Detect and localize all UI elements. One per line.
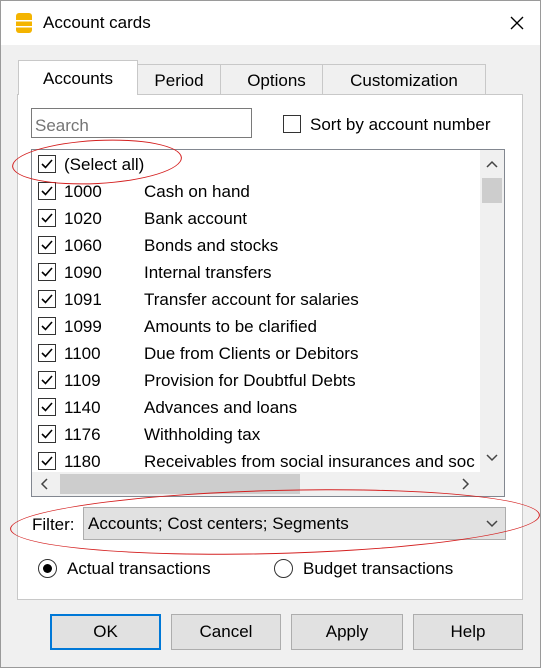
list-item[interactable]: 1020 Bank account (32, 206, 482, 233)
scroll-down-icon[interactable] (486, 454, 498, 462)
scrollbar-corner (480, 472, 504, 496)
account-checkbox[interactable] (38, 263, 56, 281)
account-checkbox[interactable] (38, 452, 56, 470)
apply-button[interactable]: Apply (291, 614, 403, 650)
budget-transactions-label: Budget transactions (303, 559, 454, 578)
actual-transactions-radio[interactable] (38, 559, 57, 578)
scroll-left-icon[interactable] (40, 478, 48, 490)
budget-transactions-radio[interactable] (274, 559, 293, 578)
scroll-up-icon[interactable] (486, 160, 498, 168)
checkmark-icon (41, 456, 53, 466)
account-checkbox[interactable] (38, 290, 56, 308)
checkmark-icon (41, 240, 53, 250)
vertical-scroll-thumb[interactable] (482, 178, 502, 203)
account-code: 1060 (64, 236, 102, 255)
list-item[interactable]: 1176 Withholding tax (32, 422, 482, 449)
account-name: Transfer account for salaries (144, 290, 359, 309)
list-item[interactable]: 1140 Advances and loans (32, 395, 482, 422)
sort-by-account-label: Sort by account number (310, 115, 491, 134)
list-item[interactable]: 1100 Due from Clients or Debitors (32, 341, 482, 368)
account-code: 1091 (64, 290, 102, 309)
account-name: Receivables from social insurances and s… (144, 452, 475, 471)
checkmark-icon (41, 267, 53, 277)
sort-by-account-checkbox[interactable] (283, 115, 301, 133)
account-name: Bonds and stocks (144, 236, 279, 255)
account-code: 1099 (64, 317, 102, 336)
account-checkbox[interactable] (38, 425, 56, 443)
account-name: Cash on hand (144, 182, 250, 201)
account-checkbox[interactable] (38, 317, 56, 335)
account-list[interactable]: (Select all) 1000 Cash on hand 1020 Bank… (31, 149, 505, 497)
account-code: 1090 (64, 263, 102, 282)
checkmark-icon (41, 213, 53, 223)
title-bar: Account cards (1, 1, 540, 45)
account-checkbox[interactable] (38, 371, 56, 389)
list-item[interactable]: 1099 Amounts to be clarified (32, 314, 482, 341)
search-input[interactable] (31, 108, 252, 138)
vertical-scrollbar[interactable] (480, 150, 504, 472)
account-checkbox[interactable] (38, 236, 56, 254)
account-code: 1000 (64, 182, 102, 201)
help-button[interactable]: Help (413, 614, 523, 650)
list-item[interactable]: 1060 Bonds and stocks (32, 233, 482, 260)
account-name: Provision for Doubtful Debts (144, 371, 356, 390)
scroll-right-icon[interactable] (462, 478, 470, 490)
ok-button[interactable]: OK (50, 614, 161, 650)
tab-options[interactable]: Options (220, 64, 333, 94)
account-checkbox[interactable] (38, 344, 56, 362)
account-code: 1180 (64, 452, 101, 471)
account-name: Amounts to be clarified (144, 317, 317, 336)
app-icon (16, 13, 32, 33)
list-item[interactable]: 1090 Internal transfers (32, 260, 482, 287)
account-name: Advances and loans (144, 398, 298, 417)
checkmark-icon (41, 186, 53, 196)
account-name: Withholding tax (144, 425, 261, 444)
window-title: Account cards (43, 13, 151, 32)
account-name: Internal transfers (144, 263, 272, 282)
list-item[interactable]: 1109 Provision for Doubtful Debts (32, 368, 482, 395)
checkmark-icon (41, 429, 53, 439)
account-name: Bank account (144, 209, 248, 228)
account-code: 1140 (64, 398, 101, 417)
account-checkbox[interactable] (38, 398, 56, 416)
radio-selected-dot (43, 564, 52, 573)
account-checkbox[interactable] (38, 209, 56, 227)
cancel-button[interactable]: Cancel (171, 614, 281, 650)
account-code: 1020 (64, 209, 102, 228)
account-code: 1100 (64, 344, 101, 363)
checkmark-icon (41, 375, 53, 385)
account-name: Due from Clients or Debitors (144, 344, 359, 363)
account-code: 1176 (64, 425, 101, 444)
account-checkbox[interactable] (38, 182, 56, 200)
close-button[interactable] (494, 1, 540, 45)
tab-customization[interactable]: Customization (322, 64, 486, 94)
account-code: 1109 (64, 371, 101, 390)
checkmark-icon (41, 321, 53, 331)
list-item[interactable]: 1091 Transfer account for salaries (32, 287, 482, 314)
tab-period[interactable]: Period (137, 64, 221, 94)
checkmark-icon (41, 294, 53, 304)
checkmark-icon (41, 348, 53, 358)
tab-accounts[interactable]: Accounts (18, 60, 138, 95)
close-icon (510, 16, 524, 30)
actual-transactions-label: Actual transactions (67, 559, 211, 578)
checkmark-icon (41, 402, 53, 412)
